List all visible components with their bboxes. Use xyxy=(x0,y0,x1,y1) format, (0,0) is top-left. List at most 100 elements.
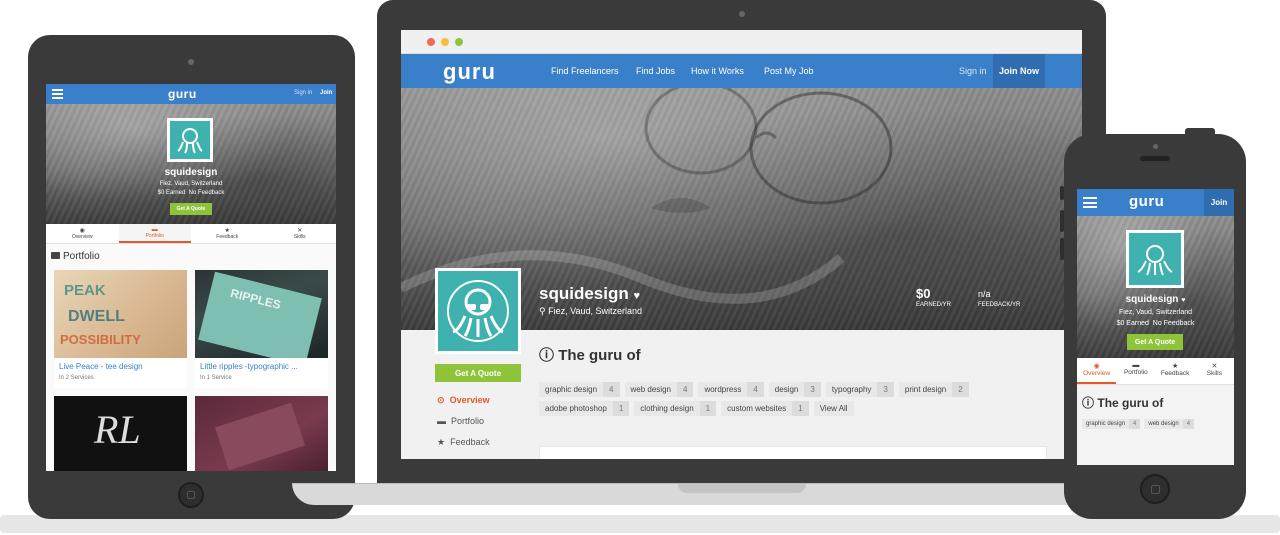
join-button[interactable]: Join xyxy=(1204,189,1234,216)
tab-overview[interactable]: ◉ Overview xyxy=(46,224,119,243)
view-all-tags-button[interactable]: View All xyxy=(813,401,854,416)
skill-tags: graphic design 4 web design 4 xyxy=(1082,419,1232,429)
tab-skills[interactable]: ✕ Skills xyxy=(264,224,337,243)
skill-tag-label: custom websites xyxy=(727,404,787,413)
tab-overview[interactable]: ◉ Overview xyxy=(1077,358,1117,384)
tab-feedback[interactable]: ★ Feedback xyxy=(191,224,264,243)
briefcase-icon: ▬ xyxy=(437,416,446,426)
portfolio-thumbnail[interactable] xyxy=(195,396,328,471)
profile-hero: squidesign ♥ Fiez, Vaud, Switzerland $0 … xyxy=(1077,216,1234,358)
skill-tag[interactable]: wordpress 4 xyxy=(698,382,764,397)
feedback-label: FEEDBACK/YR xyxy=(978,302,1021,308)
tab-portfolio[interactable]: ▬ Portfolio xyxy=(118,224,191,243)
maximize-window-icon[interactable] xyxy=(455,38,463,46)
profile-stats: $0 Earned No Feedback xyxy=(1077,320,1234,327)
profile-location: Fiez, Vaud, Switzerland xyxy=(1118,309,1192,316)
portfolio-title[interactable]: Little ripples -typographic ... xyxy=(195,358,328,375)
get-quote-button[interactable]: Get A Quote xyxy=(170,203,212,215)
portfolio-thumbnail: PEAK DWELL POSSIBILITY xyxy=(54,270,187,358)
skill-tag-label: graphic design xyxy=(545,385,598,394)
skill-tag[interactable]: graphic design 4 xyxy=(1082,419,1141,429)
guru-heading: ⓘ The guru of xyxy=(539,347,641,364)
join-now-button[interactable]: Join Now xyxy=(993,54,1045,88)
home-button[interactable] xyxy=(178,482,204,508)
guru-logo[interactable]: guru xyxy=(443,59,496,85)
skill-tag[interactable]: print design 2 xyxy=(898,382,969,397)
info-icon: ⓘ xyxy=(539,347,555,364)
squid-avatar xyxy=(435,268,521,354)
get-quote-button[interactable]: Get A Quote xyxy=(1127,334,1183,350)
side-menu-overview[interactable]: ⊙ Overview xyxy=(437,395,490,406)
hamburger-menu-icon[interactable] xyxy=(1083,197,1097,208)
phone-navbar: guru Join xyxy=(1077,189,1234,216)
earned-stat: $0 Earned xyxy=(1116,320,1149,327)
earned-value: $0 xyxy=(916,286,931,301)
tab-skills[interactable]: ✕ Skills xyxy=(1195,358,1234,384)
profile-tabs: ◉ Overview ▬ Portfolio ★ Feedback ✕ Skills xyxy=(46,224,336,244)
skill-tag[interactable]: clothing design 1 xyxy=(634,401,717,416)
overview-panel xyxy=(539,446,1047,459)
portfolio-thumbnail: RIPPLES xyxy=(195,270,328,358)
skill-tag-label: print design xyxy=(904,385,947,394)
side-menu-feedback[interactable]: ★ Feedback xyxy=(437,437,490,448)
minimize-window-icon[interactable] xyxy=(441,38,449,46)
phone-device: guru Join squidesign ♥ Fiez, Vaud, Switz… xyxy=(1064,134,1246,519)
profile-stats: $0 Earned No Feedback xyxy=(46,190,336,196)
skill-tag-label: clothing design xyxy=(640,404,694,413)
hamburger-menu-icon[interactable] xyxy=(52,89,63,99)
profile-location: ⚲ Fiez, Vaud, Switzerland xyxy=(539,306,642,316)
nav-how-it-works[interactable]: How it Works xyxy=(691,66,744,76)
skill-tag-count: 4 xyxy=(1129,419,1141,429)
home-button[interactable] xyxy=(1140,474,1170,504)
portfolio-card[interactable]: RIPPLES Little ripples -typographic ... … xyxy=(195,270,328,388)
portfolio-heading: Portfolio xyxy=(51,251,100,262)
profile-name: squidesign ♥ xyxy=(1125,294,1186,305)
skill-tag-count: 4 xyxy=(603,382,620,397)
portfolio-sub: In 1 Service xyxy=(200,375,232,381)
squid-avatar xyxy=(167,118,213,162)
squid-avatar xyxy=(1126,230,1184,288)
sign-in-link[interactable]: Sign in xyxy=(294,90,312,96)
skill-tag-count: 3 xyxy=(804,382,821,397)
skill-tag[interactable]: adobe photoshop 1 xyxy=(539,401,630,416)
tablet-device: guru Sign in Join squidesign Fiez, Vaud,… xyxy=(28,35,355,519)
sign-in-link[interactable]: Sign in xyxy=(959,66,987,76)
skill-tag[interactable]: web design 4 xyxy=(1144,419,1195,429)
skill-tag[interactable]: graphic design 4 xyxy=(539,382,620,397)
feedback-value: n/a xyxy=(978,289,991,299)
skill-tag-label: design xyxy=(774,385,799,394)
skill-tag-count: 2 xyxy=(952,382,969,397)
skill-tag[interactable]: typography 3 xyxy=(825,382,894,397)
portfolio-title[interactable]: Live Peace - tee design xyxy=(54,358,187,375)
portfolio-sub: In 2 Services xyxy=(59,375,94,381)
heart-icon[interactable]: ♥ xyxy=(633,290,640,302)
side-menu-portfolio[interactable]: ▬ Portfolio xyxy=(437,416,484,426)
tablet-navbar: guru Sign in Join xyxy=(46,84,336,104)
nav-post-my-job[interactable]: Post My Job xyxy=(764,66,814,76)
guru-logo[interactable]: guru xyxy=(1129,193,1164,210)
tablet-screen: guru Sign in Join squidesign Fiez, Vaud,… xyxy=(46,84,336,471)
portfolio-card[interactable]: PEAK DWELL POSSIBILITY Live Peace - tee … xyxy=(54,270,187,388)
phone-screen: guru Join squidesign ♥ Fiez, Vaud, Switz… xyxy=(1077,189,1234,465)
skill-tag-count: 1 xyxy=(612,401,630,416)
get-quote-button[interactable]: Get A Quote xyxy=(435,364,521,382)
guru-logo[interactable]: guru xyxy=(168,87,197,101)
skill-tag[interactable]: custom websites 1 xyxy=(721,401,809,416)
nav-find-freelancers[interactable]: Find Freelancers xyxy=(551,66,619,76)
location-pin-icon: ⚲ xyxy=(539,306,546,316)
tab-portfolio[interactable]: ▬ Portfolio xyxy=(1116,358,1155,384)
earned-label: EARNED/YR xyxy=(916,302,952,308)
skill-tag[interactable]: design 3 xyxy=(768,382,821,397)
join-link[interactable]: Join xyxy=(320,90,332,96)
skill-tag-count: 1 xyxy=(792,401,809,416)
heart-icon[interactable]: ♥ xyxy=(1181,297,1185,304)
skill-tag-count: 4 xyxy=(1182,419,1195,429)
skill-tag[interactable]: web design 4 xyxy=(624,382,694,397)
close-window-icon[interactable] xyxy=(427,38,435,46)
info-icon: ⓘ xyxy=(1082,396,1095,410)
portfolio-thumbnail[interactable]: RL xyxy=(54,396,187,471)
guru-heading: ⓘ The guru of xyxy=(1082,396,1164,410)
nav-find-jobs[interactable]: Find Jobs xyxy=(636,66,675,76)
skill-tag-count: 4 xyxy=(747,382,764,397)
tab-feedback[interactable]: ★ Feedback xyxy=(1156,358,1195,384)
